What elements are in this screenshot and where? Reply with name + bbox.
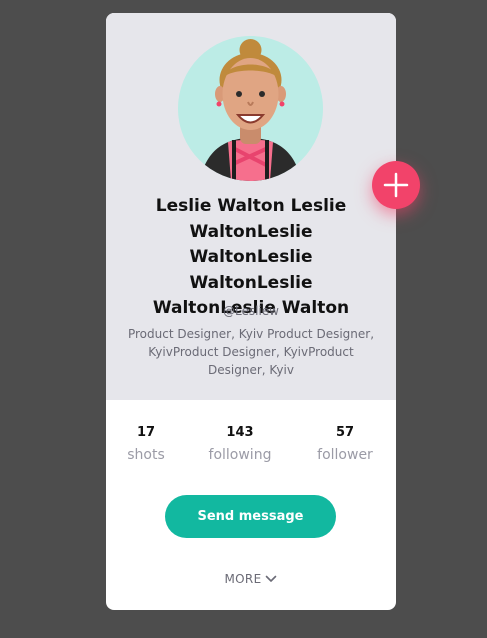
- profile-name: Leslie Walton Leslie WaltonLeslie Walton…: [152, 196, 350, 318]
- stat-following[interactable]: 143 following: [195, 424, 285, 464]
- more-button[interactable]: MORE: [211, 570, 291, 588]
- add-button[interactable]: [372, 161, 420, 209]
- stat-value: 17: [136, 425, 156, 440]
- stat-value: 57: [335, 425, 355, 440]
- stat-label: following: [208, 447, 272, 463]
- more-label: MORE: [224, 572, 262, 586]
- plus-icon: [383, 172, 409, 198]
- profile-card: Leslie Walton Leslie WaltonLeslie Walton…: [106, 13, 420, 610]
- profile-handle: @Lesliew: [223, 304, 279, 318]
- chevron-down-icon: [266, 575, 277, 582]
- profile-header: Leslie Walton Leslie WaltonLeslie Walton…: [106, 13, 396, 400]
- stat-label: follower: [317, 447, 373, 463]
- avatar: [178, 36, 323, 181]
- stat-follower[interactable]: 57 follower: [300, 424, 390, 464]
- profile-bio: Product Designer, Kyiv Product Designer,…: [127, 327, 375, 377]
- stat-label: shots: [127, 447, 165, 463]
- stat-value: 143: [226, 425, 254, 440]
- send-message-button[interactable]: Send message: [165, 495, 336, 538]
- stat-shots[interactable]: 17 shots: [101, 424, 191, 464]
